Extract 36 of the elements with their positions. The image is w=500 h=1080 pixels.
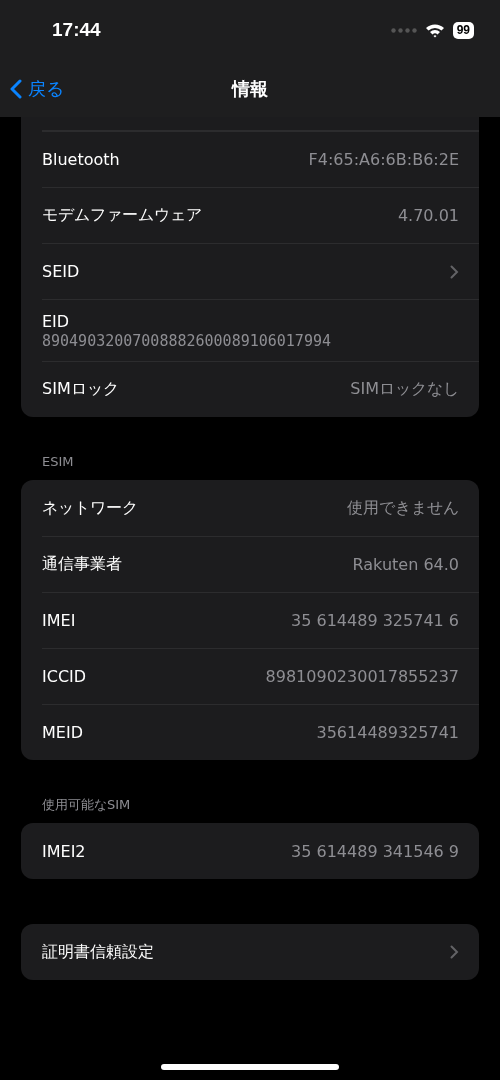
home-indicator[interactable] bbox=[161, 1064, 339, 1070]
row-value: 35614489325741 bbox=[316, 723, 459, 742]
row-value: F4:65:A6:6B:B6:2E bbox=[308, 150, 459, 169]
chevron-icon bbox=[450, 264, 459, 279]
row-label: SEID bbox=[42, 262, 80, 281]
row-label: MEID bbox=[42, 723, 83, 742]
row-label: ICCID bbox=[42, 667, 87, 686]
settings-row-link[interactable]: 証明書信頼設定 bbox=[42, 924, 479, 980]
back-button[interactable]: 戻る bbox=[10, 76, 64, 101]
row-label: IMEI bbox=[42, 611, 76, 630]
status-time: 17:44 bbox=[52, 19, 102, 41]
row-value: 35 614489 325741 6 bbox=[291, 611, 459, 630]
row-value: 35 614489 341546 9 bbox=[291, 841, 459, 861]
row-label: IMEI2 bbox=[42, 841, 86, 861]
chevron-icon bbox=[450, 945, 459, 959]
back-chevron-icon bbox=[10, 78, 22, 99]
row-label: モデムファームウェア bbox=[42, 205, 202, 226]
row-label: 通信事業者 bbox=[42, 554, 122, 575]
row-label: 証明書信頼設定 bbox=[42, 941, 154, 963]
settings-row-link[interactable]: SEID bbox=[42, 243, 479, 299]
wifi-icon bbox=[424, 22, 445, 38]
row-value: 4.70.01 bbox=[397, 206, 459, 225]
row-value: Rakuten 64.0 bbox=[352, 555, 459, 574]
row-value: 使用できません bbox=[347, 497, 459, 519]
page-title: 情報 bbox=[232, 76, 268, 101]
row-label: Bluetooth bbox=[42, 150, 120, 169]
row-value: 8981090230017855237 bbox=[265, 667, 459, 686]
row-label: EID bbox=[42, 312, 71, 331]
signal-icon bbox=[390, 27, 417, 33]
row-value: 89049032007008882600089106017994 bbox=[42, 332, 332, 350]
row-label: SIMロック bbox=[42, 379, 119, 400]
row-value: SIMロックなし bbox=[350, 379, 459, 400]
battery-level: 99 bbox=[452, 21, 474, 39]
row-label: ネットワーク bbox=[42, 497, 138, 519]
section-header: ESIM bbox=[42, 454, 74, 469]
section-header: 使用可能なSIM bbox=[42, 797, 131, 812]
